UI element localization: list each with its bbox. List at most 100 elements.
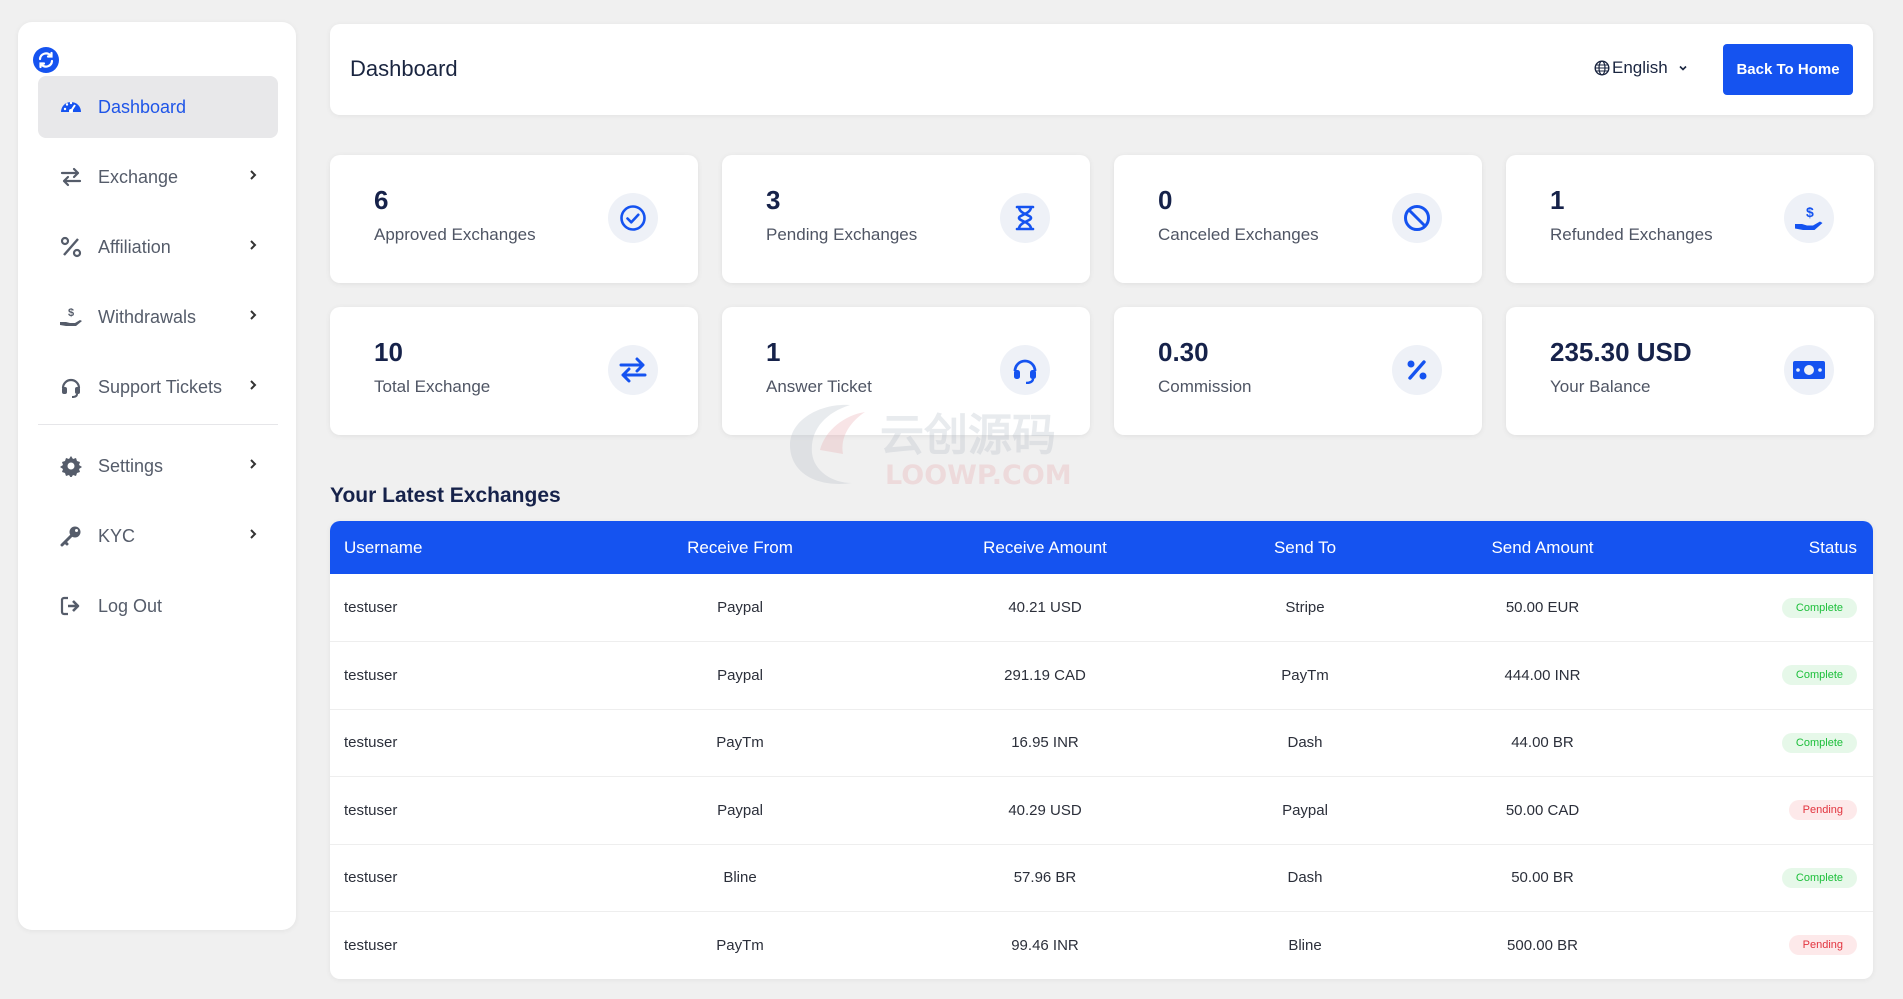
sidebar-item-withdrawals[interactable]: $ Withdrawals (38, 286, 278, 348)
sidebar-item-logout[interactable]: Log Out (38, 575, 278, 637)
table-row: testuser Bline 57.96 BR Dash 50.00 BR Co… (330, 844, 1873, 912)
sidebar-item-dashboard[interactable]: Dashboard (38, 76, 278, 138)
cell-send-to: Bline (1288, 936, 1322, 954)
globe-icon (1594, 60, 1610, 76)
watermark-line-2: LOOWP.COM (885, 460, 1072, 490)
hourglass-icon (1000, 193, 1050, 243)
stat-label: Your Balance (1550, 377, 1651, 396)
language-label: English (1612, 58, 1668, 77)
sidebar-item-affiliation[interactable]: Affiliation (38, 216, 278, 278)
cell-receive-from: PayTm (716, 936, 764, 954)
chevron-right-icon (250, 310, 257, 320)
cell-username: testuser (344, 666, 398, 684)
status-badge: Pending (1788, 935, 1857, 956)
cell-username: testuser (344, 734, 398, 752)
sidebar: Dashboard Exchange Affiliation $ Withdra… (18, 22, 296, 930)
sidebar-item-label: Exchange (98, 166, 179, 187)
cell-receive-from: Paypal (717, 666, 763, 684)
cell-receive-amount: 291.19 CAD (1004, 666, 1086, 684)
hand-dollar-icon: $ (58, 304, 84, 330)
stat-value: 1 (766, 337, 781, 367)
sidebar-item-label: Support Tickets (98, 376, 223, 397)
cell-receive-amount: 16.95 INR (1011, 734, 1079, 752)
arrows-exchange-icon (608, 345, 658, 395)
section-title: Your Latest Exchanges (330, 484, 561, 507)
status-badge: Complete (1781, 732, 1857, 753)
stat-card-total-exchange: 10 Total Exchange (330, 307, 698, 435)
table-header-row: Username Receive From Receive Amount Sen… (330, 521, 1873, 574)
sidebar-item-support-tickets[interactable]: Support Tickets (38, 356, 278, 418)
cell-receive-from: Paypal (717, 801, 763, 819)
sidebar-item-exchange[interactable]: Exchange (38, 146, 278, 208)
table-row: testuser PayTm 99.46 INR Bline 500.00 BR… (330, 912, 1873, 979)
cell-send-amount: 50.00 EUR (1505, 599, 1580, 616)
sidebar-item-settings[interactable]: Settings (38, 435, 278, 497)
column-header-username: Username (344, 537, 423, 557)
sidebar-item-label: Settings (98, 455, 164, 476)
check-circle-icon (608, 193, 658, 243)
table-row: testuser Paypal 40.29 USD Paypal 50.00 C… (330, 777, 1873, 844)
stat-card-refunded: 1 Refunded Exchanges $ (1506, 155, 1874, 283)
stat-value: 1 (1550, 185, 1565, 215)
sidebar-item-label: Withdrawals (98, 306, 197, 327)
sidebar-item-kyc[interactable]: KYC (38, 505, 278, 567)
table-row: testuser PayTm 16.95 INR Dash 44.00 BR C… (330, 709, 1873, 777)
cell-receive-amount: 99.46 INR (1011, 936, 1079, 954)
column-header-send-amount: Send Amount (1491, 537, 1594, 557)
cell-receive-from: PayTm (716, 734, 764, 752)
stat-card-commission: 0.30 Commission (1114, 307, 1482, 435)
stat-card-pending: 3 Pending Exchanges (722, 155, 1090, 283)
cell-send-to: Stripe (1285, 599, 1325, 616)
stat-label: Answer Ticket (766, 377, 872, 396)
cell-username: testuser (344, 869, 398, 887)
cell-receive-amount: 40.21 USD (1008, 599, 1082, 616)
stat-label: Canceled Exchanges (1158, 225, 1319, 244)
stat-card-balance: 235.30 USD Your Balance (1506, 307, 1874, 435)
logout-icon (58, 593, 84, 619)
cell-send-amount: 500.00 BR (1507, 936, 1578, 954)
chevron-right-icon (250, 529, 257, 539)
cell-receive-from: Bline (723, 869, 757, 887)
column-header-receive-amount: Receive Amount (983, 537, 1107, 557)
back-to-home-button[interactable]: Back To Home (1723, 44, 1853, 95)
sidebar-item-label: Affiliation (98, 236, 171, 257)
cell-send-amount: 44.00 BR (1511, 734, 1574, 752)
stat-value: 0 (1158, 185, 1173, 215)
cell-send-to: Paypal (1282, 801, 1328, 819)
exchanges-table: Username Receive From Receive Amount Sen… (330, 521, 1873, 979)
header-bar: Dashboard English Back To Home (330, 24, 1873, 115)
refresh-logo-icon[interactable] (32, 46, 60, 74)
gauge-icon (58, 94, 84, 120)
sidebar-item-label: Log Out (98, 595, 163, 616)
table-row: testuser Paypal 291.19 CAD PayTm 444.00 … (330, 642, 1873, 709)
sidebar-nav: Dashboard Exchange Affiliation $ Withdra… (38, 76, 278, 645)
percent-icon (58, 234, 84, 260)
svg-text:$: $ (68, 307, 74, 319)
arrows-exchange-icon (58, 164, 84, 190)
sidebar-item-label: KYC (98, 525, 136, 546)
key-icon (58, 523, 84, 549)
cell-username: testuser (344, 599, 398, 616)
cell-username: testuser (344, 936, 398, 954)
cell-receive-amount: 40.29 USD (1008, 801, 1082, 819)
stat-label: Refunded Exchanges (1550, 225, 1713, 244)
stat-label: Approved Exchanges (374, 225, 536, 244)
cell-send-to: Dash (1287, 869, 1323, 887)
stat-value: 235.30 USD (1550, 337, 1692, 367)
cell-username: testuser (344, 801, 398, 819)
column-header-send-to: Send To (1273, 537, 1337, 557)
ban-icon (1392, 193, 1442, 243)
cell-send-to: PayTm (1281, 666, 1329, 684)
cell-receive-from: Paypal (717, 599, 763, 616)
status-badge: Complete (1781, 867, 1857, 888)
stat-value: 10 (374, 337, 403, 367)
svg-text:$: $ (1806, 204, 1814, 220)
language-selector[interactable]: English (1594, 58, 1690, 78)
hand-dollar-icon: $ (1784, 193, 1834, 243)
stat-label: Pending Exchanges (766, 225, 918, 244)
headset-icon (58, 374, 84, 400)
chevron-right-icon (250, 170, 257, 180)
status-badge: Pending (1788, 800, 1857, 821)
cell-send-amount: 50.00 BR (1511, 869, 1574, 887)
chevron-right-icon (250, 240, 257, 250)
